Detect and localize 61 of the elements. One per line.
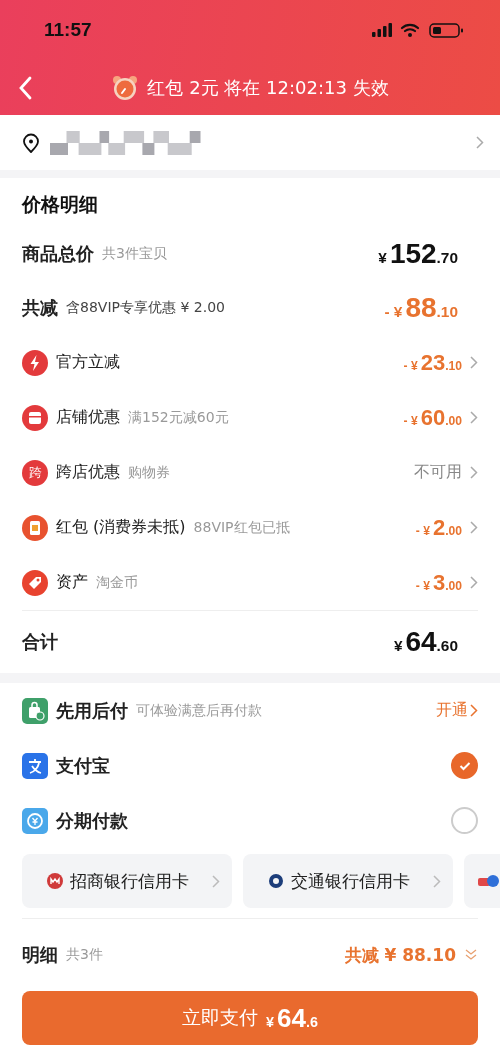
alarm-clock-icon (111, 73, 140, 102)
row-value: 不可用 (414, 462, 462, 483)
bank-logo-icon (46, 872, 64, 890)
row-note: 淘金币 (96, 573, 138, 592)
bank-logo-icon (267, 872, 285, 890)
location-pin-icon (22, 132, 40, 153)
row-note: 含88VIP专享优惠 ¥ 2.00 (66, 298, 225, 317)
chevron-right-icon (212, 874, 220, 888)
row-label: 店铺优惠 (56, 407, 120, 428)
double-chevron-down-icon (464, 948, 478, 962)
row-note: 满152元减60元 (128, 408, 229, 427)
summary-label: 明细 (22, 943, 58, 967)
payment-method-label: 支付宝 (56, 753, 110, 778)
price-amount: ¥64.60 (393, 626, 458, 658)
summary-count: 共3件 (66, 946, 103, 964)
row-label: 共减 (22, 295, 58, 320)
row-note: 购物券 (128, 463, 170, 482)
pay-app-icon (22, 752, 48, 779)
radio-button[interactable] (451, 807, 478, 834)
section-title: 价格明细 (22, 192, 99, 217)
row-note: 可体验满意后再付款 (136, 701, 262, 720)
envelope-icon (22, 514, 48, 541)
price-amount: - ¥60.00 (403, 404, 462, 431)
row-note: 88VIP红包已抵 (193, 518, 290, 537)
checkmark-icon (458, 760, 471, 771)
installment-icon (22, 807, 48, 834)
price-amount: - ¥3.00 (415, 569, 462, 596)
shopping-bag-icon (22, 697, 48, 724)
row-label: 商品总价 (22, 242, 94, 266)
store-icon (22, 404, 48, 431)
row-label: 官方立减 (56, 352, 120, 373)
chevron-right-icon (433, 874, 441, 888)
payment-method-label: 分期付款 (56, 808, 128, 833)
row-label: 跨店优惠 (56, 462, 120, 483)
chevron-right-icon (476, 136, 484, 149)
chevron-right-icon (470, 521, 478, 534)
radio-button[interactable] (451, 752, 478, 779)
bank-card-button[interactable]: 招商银行信用卡 (22, 854, 232, 908)
status-time: 11:57 (44, 19, 92, 41)
chevron-right-icon (470, 576, 478, 589)
bank-card-button[interactable]: 交通银行信用卡 (243, 854, 453, 908)
payment-method-label: 先用后付 (56, 698, 128, 723)
row-note: 共3件宝贝 (102, 245, 167, 263)
chevron-right-icon (470, 356, 478, 369)
lightning-icon (22, 349, 48, 376)
bank-logo-icon (478, 872, 500, 890)
badge-icon: 跨 (22, 459, 48, 486)
chevron-right-icon (470, 704, 478, 717)
price-amount: - ¥23.10 (403, 349, 462, 376)
price-amount: ¥152.70 (378, 238, 458, 270)
summary-discount: 共减 ¥ 88.10 (344, 943, 456, 967)
price-amount: - ¥88.10 (384, 291, 458, 324)
chevron-right-icon (470, 466, 478, 479)
chevron-right-icon (470, 411, 478, 424)
expiry-notice: 红包 2元 将在 12:02:13 失效 (147, 75, 389, 100)
bank-card-button[interactable] (464, 854, 500, 908)
tag-icon (22, 569, 48, 596)
price-amount: - ¥2.00 (415, 514, 462, 541)
row-label: 红包 (消费券未抵) (56, 517, 186, 538)
row-label: 资产 (56, 572, 88, 593)
row-label: 合计 (22, 630, 58, 654)
